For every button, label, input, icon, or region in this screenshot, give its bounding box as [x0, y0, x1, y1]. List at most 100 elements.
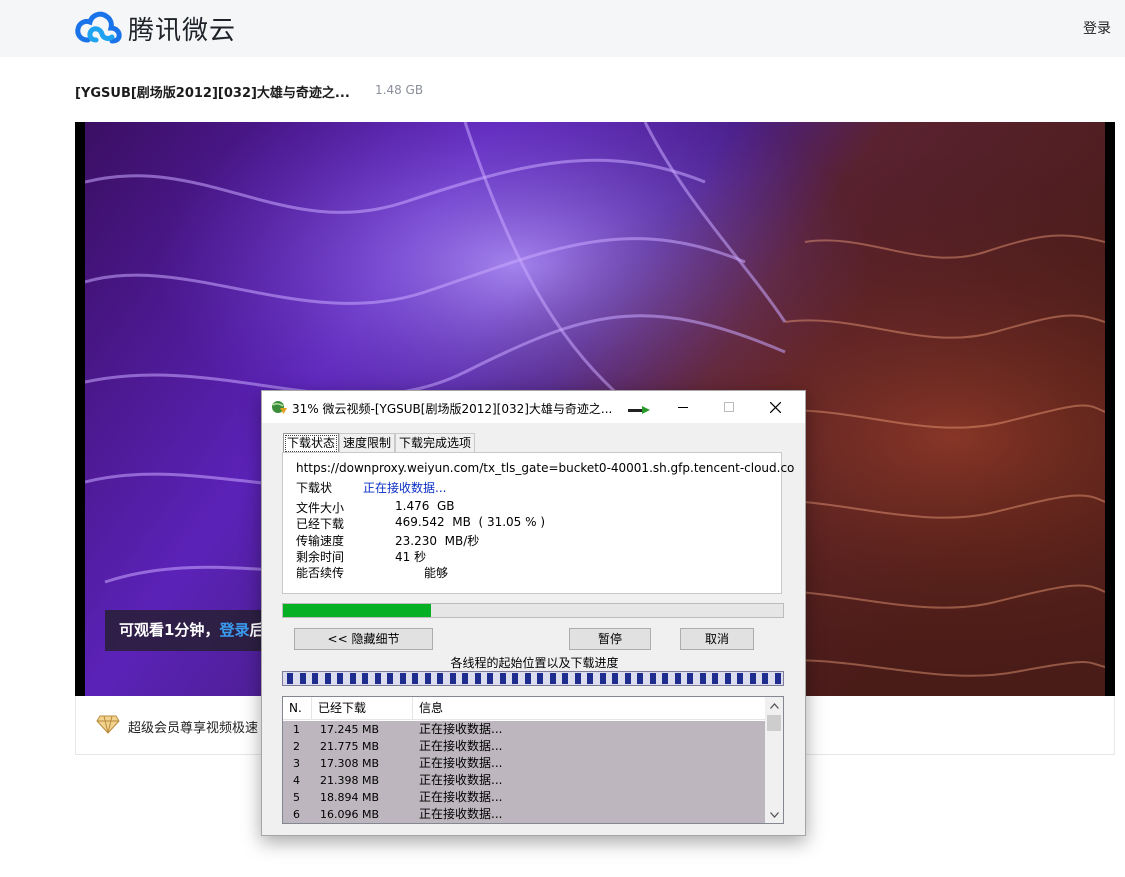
cloud-logo-icon — [75, 11, 122, 44]
thread-info: 正在接收数据... — [419, 722, 503, 736]
thread-info: 正在接收数据... — [419, 790, 503, 804]
site-header: 腾讯微云 登录 — [0, 0, 1125, 57]
tab-speed-limit[interactable]: 速度限制 — [339, 433, 396, 453]
thread-segment-mark — [299, 673, 306, 684]
preview-login-link[interactable]: 登录 — [219, 621, 249, 639]
dialog-titlebar[interactable]: 31% 微云视频-[YGSUB[剧场版2012][032]大雄与奇迹之... — [262, 391, 805, 423]
thread-segment-mark — [312, 673, 318, 684]
table-row[interactable]: 6 16.096 MB 正在接收数据... — [283, 806, 765, 823]
maximize-icon — [724, 402, 734, 412]
thread-info: 正在接收数据... — [419, 739, 503, 753]
login-link[interactable]: 登录 — [1083, 18, 1111, 38]
status-value: 正在接收数据... — [363, 481, 447, 495]
dialog-title: 31% 微云视频-[YGSUB[剧场版2012][032]大雄与奇迹之... — [292, 402, 613, 416]
thread-downloaded: 17.245 MB — [320, 723, 380, 736]
info-row-resume: 能否续传 能够 — [296, 564, 766, 580]
thread-list[interactable]: N. 已经下载 信息 1 17.245 MB 正在接收数据... 2 21.775 MB… — [282, 696, 784, 824]
thread-number: 3 — [293, 757, 300, 770]
minimize-button[interactable] — [660, 391, 706, 423]
info-value: 41 秒 — [395, 550, 427, 564]
thread-downloaded: 17.308 MB — [320, 757, 380, 770]
thread-segment-mark — [724, 673, 731, 684]
thread-segment-mark — [499, 673, 506, 684]
tab-download-status[interactable]: 下载状态 — [283, 433, 340, 454]
thread-number: 4 — [293, 774, 300, 787]
idm-globe-icon — [272, 401, 287, 414]
thread-segment-mark — [349, 673, 356, 684]
thread-segment-mark — [762, 673, 768, 684]
cancel-button[interactable]: 取消 — [680, 628, 754, 650]
preview-banner: 可观看1分钟，登录后 — [105, 610, 279, 651]
thread-segment-mark — [324, 673, 331, 684]
thread-segment-mark — [774, 673, 781, 684]
table-row[interactable]: 4 21.398 MB 正在接收数据... — [283, 772, 765, 789]
info-label: 文件大小 — [296, 501, 345, 515]
thread-segment-mark — [712, 673, 718, 684]
segments-caption: 各线程的起始位置以及下载进度 — [450, 656, 619, 670]
thread-segment-mark — [412, 673, 418, 684]
thread-segment-mark — [562, 673, 568, 684]
table-row[interactable]: 3 17.308 MB 正在接收数据... — [283, 755, 765, 772]
thread-segment-mark — [637, 673, 643, 684]
info-label: 传输速度 — [296, 534, 345, 548]
thread-segment-mark — [374, 673, 381, 684]
scroll-thumb[interactable] — [767, 715, 781, 731]
thread-list-scrollbar[interactable] — [765, 697, 783, 823]
thread-segment-mark — [687, 673, 693, 684]
status-info-panel: https://downproxy.weiyun.com/tx_tls_gate… — [282, 452, 794, 594]
info-row-transfer-rate: 传输速度 23.230 MB/秒 — [296, 532, 766, 548]
thread-segment-mark — [612, 673, 618, 684]
thread-downloaded: 16.096 MB — [320, 808, 380, 821]
info-value: 能够 — [424, 566, 449, 580]
thread-info: 正在接收数据... — [419, 773, 503, 787]
maximize-button[interactable] — [706, 391, 752, 423]
scroll-down-button[interactable] — [765, 806, 783, 823]
thread-segment-mark — [437, 673, 443, 684]
info-label: 能否续传 — [296, 566, 345, 580]
thread-segment-mark — [749, 673, 756, 684]
thread-number: 1 — [293, 723, 300, 736]
thread-downloaded: 18.894 MB — [320, 791, 380, 804]
preview-prefix: 可观看1分钟， — [119, 621, 220, 639]
thread-segment-mark — [462, 673, 468, 684]
thread-segment-mark — [537, 673, 543, 684]
thread-segment-mark — [624, 673, 631, 684]
thread-segment-mark — [512, 673, 518, 684]
scroll-up-button[interactable] — [765, 697, 783, 714]
thread-downloaded: 21.398 MB — [320, 774, 380, 787]
vip-text: 超级会员尊享视频极速 — [128, 721, 259, 736]
file-size: 1.48 GB — [375, 83, 424, 97]
weiyun-logo[interactable]: 腾讯微云 — [74, 8, 236, 48]
thread-downloaded: 21.775 MB — [320, 740, 380, 753]
progress-fill — [283, 604, 431, 617]
close-button[interactable] — [752, 391, 798, 423]
info-value: 469.542 MB ( 31.05 % ) — [395, 515, 546, 529]
pause-button[interactable]: 暂停 — [569, 628, 651, 650]
thread-list-header: N. 已经下载 信息 — [283, 697, 765, 720]
file-title: [YGSUB[剧场版2012][032]大雄与奇迹之... — [75, 86, 350, 101]
info-value: 23.230 MB/秒 — [395, 534, 480, 548]
thread-list-body: 1 17.245 MB 正在接收数据... 2 21.775 MB 正在接收数据... 3 1… — [283, 721, 765, 823]
column-header-downloaded[interactable]: 已经下载 — [312, 697, 413, 720]
brand-name: 腾讯微云 — [128, 15, 237, 46]
table-row[interactable]: 1 17.245 MB 正在接收数据... — [283, 721, 765, 738]
thread-segment-mark — [362, 673, 368, 684]
table-row[interactable]: 5 18.894 MB 正在接收数据... — [283, 789, 765, 806]
thread-info: 正在接收数据... — [419, 807, 503, 821]
tab-completion-options[interactable]: 下载完成选项 — [395, 433, 476, 453]
thread-segment-mark — [737, 673, 743, 684]
chevron-down-icon — [769, 811, 779, 818]
thread-number: 5 — [293, 791, 300, 804]
chevron-up-icon — [769, 702, 779, 709]
thread-segment-mark — [599, 673, 606, 684]
download-dialog[interactable]: 31% 微云视频-[YGSUB[剧场版2012][032]大雄与奇迹之... 下… — [261, 390, 806, 836]
column-header-number[interactable]: N. — [283, 697, 312, 720]
close-icon — [769, 401, 781, 413]
thread-segment-mark — [649, 673, 656, 684]
hide-details-button[interactable]: << 隐藏细节 — [294, 628, 433, 650]
minimize-icon — [678, 407, 688, 408]
thread-segment-mark — [399, 673, 406, 684]
info-row-time-left: 剩余时间 41 秒 — [296, 548, 766, 564]
column-header-info[interactable]: 信息 — [413, 697, 765, 720]
table-row[interactable]: 2 21.775 MB 正在接收数据... — [283, 738, 765, 755]
